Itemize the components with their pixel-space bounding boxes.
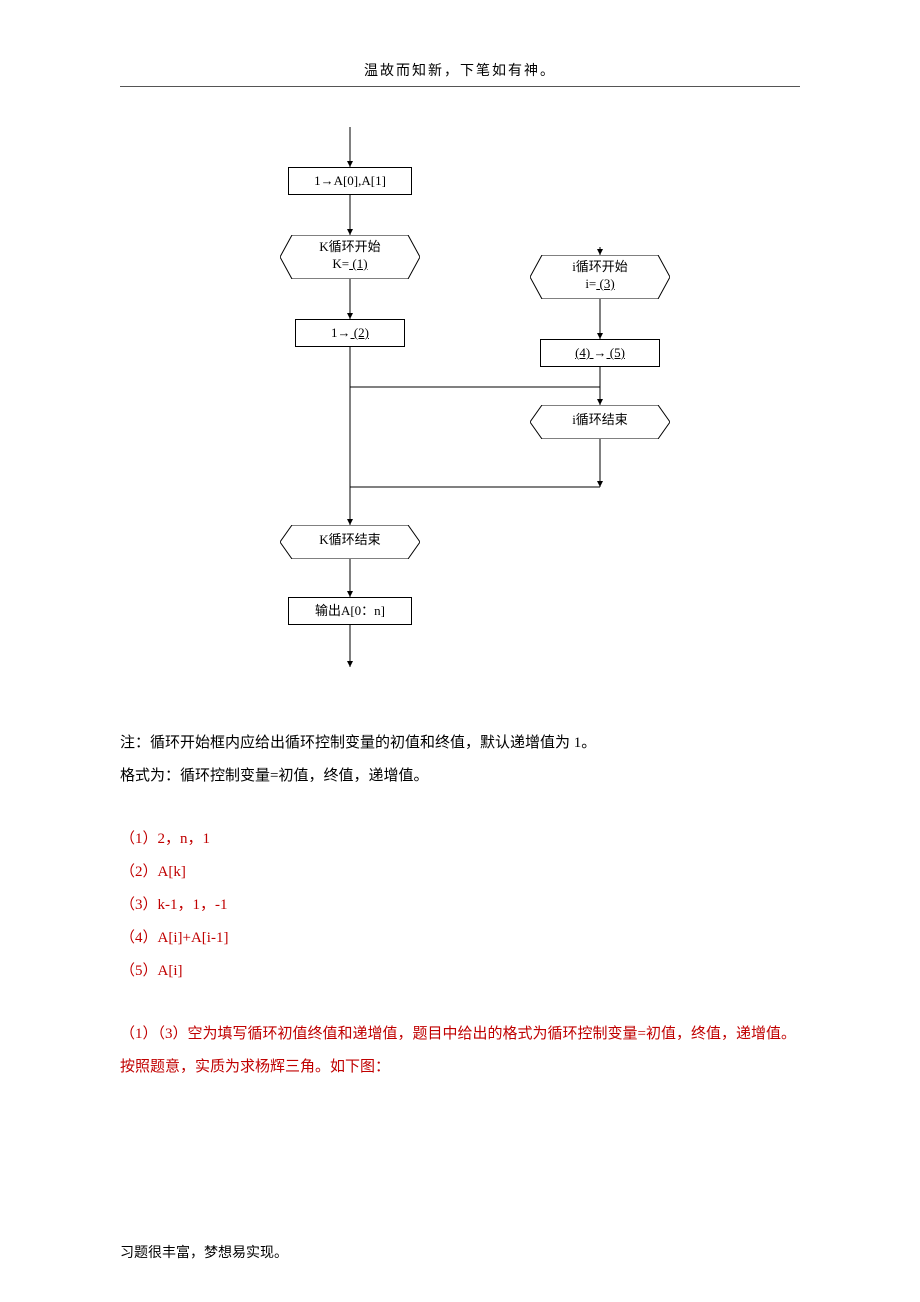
note-line-2: 格式为：循环控制变量=初值，终值，递增值。 bbox=[120, 760, 800, 793]
answer-3: （3）k-1，1，-1 bbox=[120, 889, 800, 922]
flow-i-start-line1: i循环开始 bbox=[572, 259, 628, 274]
flow-assign-blank: (2) bbox=[351, 325, 369, 340]
explanation-block: （1）（3）空为填写循环初值终值和递增值，题目中给出的格式为循环控制变量=初值，… bbox=[120, 1018, 800, 1084]
flow-k-start-blank: (1) bbox=[349, 256, 367, 271]
flow-i-body-blank2: (5) bbox=[607, 345, 625, 360]
flow-hex-k-start: K循环开始 K= (1) bbox=[280, 235, 420, 279]
flow-k-start-line1: K循环开始 bbox=[319, 239, 380, 254]
answer-1: （1）2，n，1 bbox=[120, 823, 800, 856]
flow-box-assign: 1→ (2) bbox=[295, 319, 405, 347]
answer-4: （4）A[i]+A[i-1] bbox=[120, 922, 800, 955]
flow-k-start-pre: K= bbox=[332, 256, 349, 271]
flow-box-init: 1→A[0],A[1] bbox=[288, 167, 412, 195]
flow-hex-i-start: i循环开始 i= (3) bbox=[530, 255, 670, 299]
answers-block: （1）2，n，1 （2）A[k] （3）k-1，1，-1 （4）A[i]+A[i… bbox=[120, 823, 800, 988]
flow-k-end-text: K循环结束 bbox=[319, 532, 380, 547]
document-page: 温故而知新，下笔如有神。 bbox=[0, 0, 920, 1302]
flow-i-end-text: i循环结束 bbox=[572, 412, 628, 427]
answer-5: （5）A[i] bbox=[120, 955, 800, 988]
flow-hex-i-end: i循环结束 bbox=[530, 405, 670, 439]
flow-assign-pre: 1→ bbox=[331, 325, 351, 340]
page-header: 温故而知新，下笔如有神。 bbox=[120, 60, 800, 87]
flow-i-body-mid: → bbox=[594, 345, 607, 360]
flow-output-text: 输出A[0：n] bbox=[315, 603, 385, 618]
notes-block: 注：循环开始框内应给出循环控制变量的初值和终值，默认递增值为 1。 格式为：循环… bbox=[120, 727, 800, 793]
flow-box-output: 输出A[0：n] bbox=[288, 597, 412, 625]
explanation-text: （1）（3）空为填写循环初值终值和递增值，题目中给出的格式为循环控制变量=初值，… bbox=[120, 1026, 796, 1075]
note-line-1: 注：循环开始框内应给出循环控制变量的初值和终值，默认递增值为 1。 bbox=[120, 727, 800, 760]
flow-hex-k-end: K循环结束 bbox=[280, 525, 420, 559]
answer-2: （2）A[k] bbox=[120, 856, 800, 889]
page-footer: 习题很丰富，梦想易实现。 bbox=[120, 1242, 288, 1262]
flowchart: 1→A[0],A[1] K循环开始 K= (1) 1→ (2) i循环开始 i=… bbox=[240, 127, 740, 687]
flow-box-init-text: 1→A[0],A[1] bbox=[314, 173, 386, 188]
flow-i-body-blank1: (4) bbox=[575, 345, 593, 360]
flow-i-start-pre: i= bbox=[585, 276, 596, 291]
flow-i-start-blank: (3) bbox=[596, 276, 614, 291]
flow-box-i-body: (4) → (5) bbox=[540, 339, 660, 367]
